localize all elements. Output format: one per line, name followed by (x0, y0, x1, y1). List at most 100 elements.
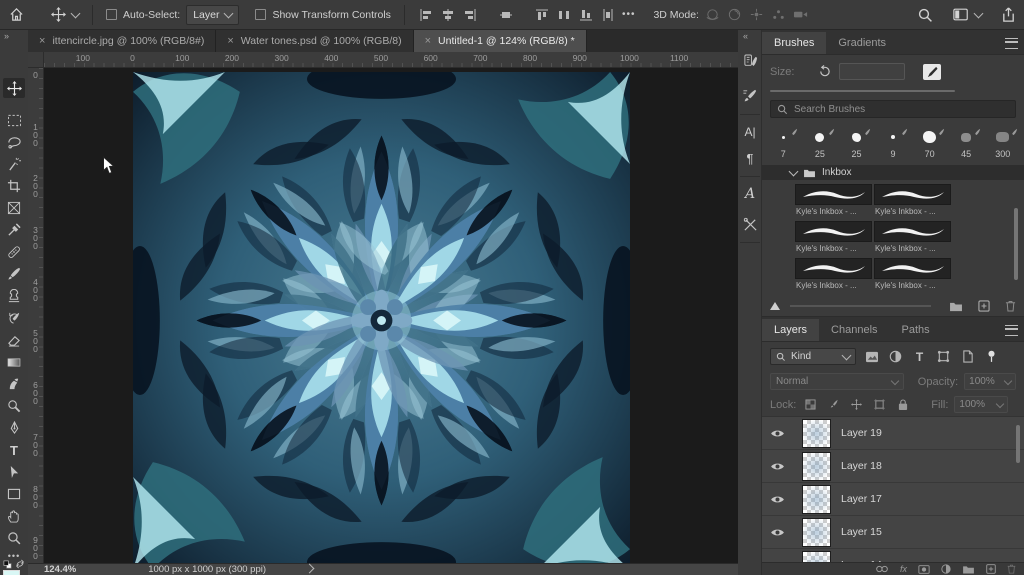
link-layers-icon[interactable] (875, 565, 889, 573)
eyedropper-tool[interactable] (3, 220, 25, 240)
panel-collapse-icon[interactable]: « (743, 31, 748, 41)
filter-shape-layers-icon[interactable] (935, 349, 952, 364)
filter-adjustment-layers-icon[interactable] (887, 349, 904, 364)
footer-slider-track[interactable] (790, 305, 931, 307)
panel-tab[interactable]: Channels (819, 319, 889, 341)
panel-tab[interactable]: Gradients (826, 32, 898, 54)
brush-search-input[interactable]: Search Brushes (770, 100, 1016, 118)
document-tab[interactable]: × ittencircle.jpg @ 100% (RGB/8#) (28, 30, 216, 52)
toolbar-collapse-icon[interactable]: » (4, 31, 9, 41)
eraser-tool[interactable] (3, 330, 25, 350)
swap-colors-icon[interactable] (15, 559, 25, 569)
brush-item[interactable]: Kyle's Inkbox - ... (874, 221, 951, 256)
reset-size-icon[interactable] (818, 65, 831, 78)
filter-toggle-icon[interactable] (983, 349, 1000, 364)
lock-all-icon[interactable] (894, 397, 911, 412)
brushes-panel-icon[interactable] (740, 86, 760, 106)
smudge-tool[interactable] (3, 374, 25, 394)
rectangle-tool[interactable] (3, 484, 25, 504)
brush-item[interactable]: Kyle's Inkbox - ... (795, 184, 872, 219)
layer-row[interactable]: Layer 19 (762, 417, 1024, 450)
brush-item[interactable]: Kyle's Inkbox - ... (795, 258, 872, 293)
brush-item[interactable]: Kyle's Inkbox - ... (874, 258, 951, 293)
delete-layer-icon[interactable] (1007, 564, 1016, 574)
move-tool-options-icon[interactable] (50, 7, 66, 23)
close-icon[interactable]: × (227, 35, 233, 47)
add-layer-mask-icon[interactable] (918, 565, 930, 574)
home-icon[interactable] (8, 7, 24, 23)
layer-thumbnail[interactable] (802, 518, 831, 547)
layer-thumbnail[interactable] (802, 419, 831, 448)
lasso-tool[interactable] (3, 132, 25, 152)
brush-preset[interactable]: 25 (839, 124, 874, 159)
type-tool[interactable]: T (3, 440, 25, 460)
clone-stamp-tool[interactable] (3, 286, 25, 306)
brush-preset[interactable]: 45 (949, 124, 984, 159)
new-adjustment-layer-icon[interactable] (941, 564, 951, 574)
marquee-tool[interactable] (3, 110, 25, 130)
auto-select-checkbox[interactable] (106, 9, 117, 20)
workspace-switcher-icon[interactable] (953, 7, 969, 23)
brush-preset[interactable]: 25 (803, 124, 838, 159)
blend-mode-dropdown[interactable]: Normal (770, 373, 904, 390)
healing-brush-tool[interactable] (3, 242, 25, 262)
panel-tab[interactable]: Brushes (762, 32, 826, 54)
horizontal-ruler[interactable]: 100010020030040050060070080090010001100 (44, 52, 738, 68)
brush-item[interactable]: Kyle's Inkbox - ... (874, 184, 951, 219)
distribute-horizontal-center-icon[interactable] (556, 7, 572, 23)
3d-slide-icon[interactable] (771, 7, 787, 23)
lock-position-icon[interactable] (848, 397, 865, 412)
panel-menu-icon[interactable] (1005, 325, 1018, 336)
document-tab[interactable]: × Water tones.psd @ 100% (RGB/8) (216, 30, 413, 52)
close-icon[interactable]: × (39, 35, 45, 47)
paragraph-panel-icon[interactable]: ¶ (740, 148, 760, 168)
new-brush-group-icon[interactable] (949, 301, 963, 312)
layer-row[interactable]: Layer 18 (762, 450, 1024, 483)
lock-pixels-icon[interactable] (825, 397, 842, 412)
move-tool[interactable] (3, 78, 25, 98)
size-input[interactable] (839, 63, 905, 80)
layer-name[interactable]: Layer 18 (841, 460, 882, 472)
layer-row[interactable]: Layer 15 (762, 516, 1024, 549)
vertical-ruler[interactable]: 0100200300400500600700800900 (28, 68, 44, 563)
size-slider[interactable] (770, 90, 955, 92)
gradient-tool[interactable] (3, 352, 25, 372)
share-icon[interactable] (1000, 7, 1016, 23)
magic-wand-tool[interactable] (3, 154, 25, 174)
layer-style-fx-icon[interactable]: fx (900, 564, 907, 574)
brush-preset[interactable]: 7 (766, 124, 801, 159)
canvas-pasteboard[interactable] (44, 68, 738, 563)
workspace-chevron-icon[interactable] (974, 8, 984, 18)
layer-thumbnail[interactable] (802, 452, 831, 481)
character-panel-icon[interactable]: A| (740, 122, 760, 142)
opacity-value[interactable]: 100% (964, 373, 1016, 390)
layer-filter-dropdown[interactable]: Kind (770, 348, 856, 365)
brush-item[interactable]: Kyle's Inkbox - ... (795, 221, 872, 256)
lock-artboard-icon[interactable] (871, 397, 888, 412)
foreground-color-swatch[interactable] (3, 570, 20, 575)
align-center-vertical-icon[interactable] (440, 7, 456, 23)
pen-tool[interactable] (3, 418, 25, 438)
document-tab[interactable]: × Untitled-1 @ 124% (RGB/8) * (414, 30, 587, 52)
history-brush-tool[interactable] (3, 308, 25, 328)
brush-list-scrollbar[interactable] (1014, 208, 1018, 280)
show-transform-checkbox[interactable] (255, 9, 266, 20)
layer-visibility-eye-icon[interactable] (762, 527, 792, 538)
panel-tab[interactable]: Layers (762, 319, 819, 341)
delete-brush-icon[interactable] (1005, 300, 1016, 312)
new-layer-icon[interactable] (986, 564, 996, 574)
layer-thumbnail[interactable] (802, 485, 831, 514)
panel-tab[interactable]: Paths (890, 319, 942, 341)
zoom-level-field[interactable]: 124.4% (44, 564, 76, 575)
brush-preview-toggle[interactable] (923, 64, 941, 80)
ruler-origin-corner[interactable] (28, 52, 44, 68)
align-center-horizontal-icon[interactable] (498, 7, 514, 23)
glyphs-panel-icon[interactable]: A (740, 184, 760, 204)
layer-row[interactable]: Layer 17 (762, 483, 1024, 516)
tool-preset-chevron-icon[interactable] (71, 8, 81, 18)
layer-name[interactable]: Layer 15 (841, 526, 882, 538)
3d-orbit-icon[interactable] (705, 7, 721, 23)
filter-smart-objects-icon[interactable] (959, 349, 976, 364)
more-options-icon[interactable]: ••• (622, 9, 636, 20)
layer-list-scrollbar[interactable] (1016, 425, 1020, 463)
